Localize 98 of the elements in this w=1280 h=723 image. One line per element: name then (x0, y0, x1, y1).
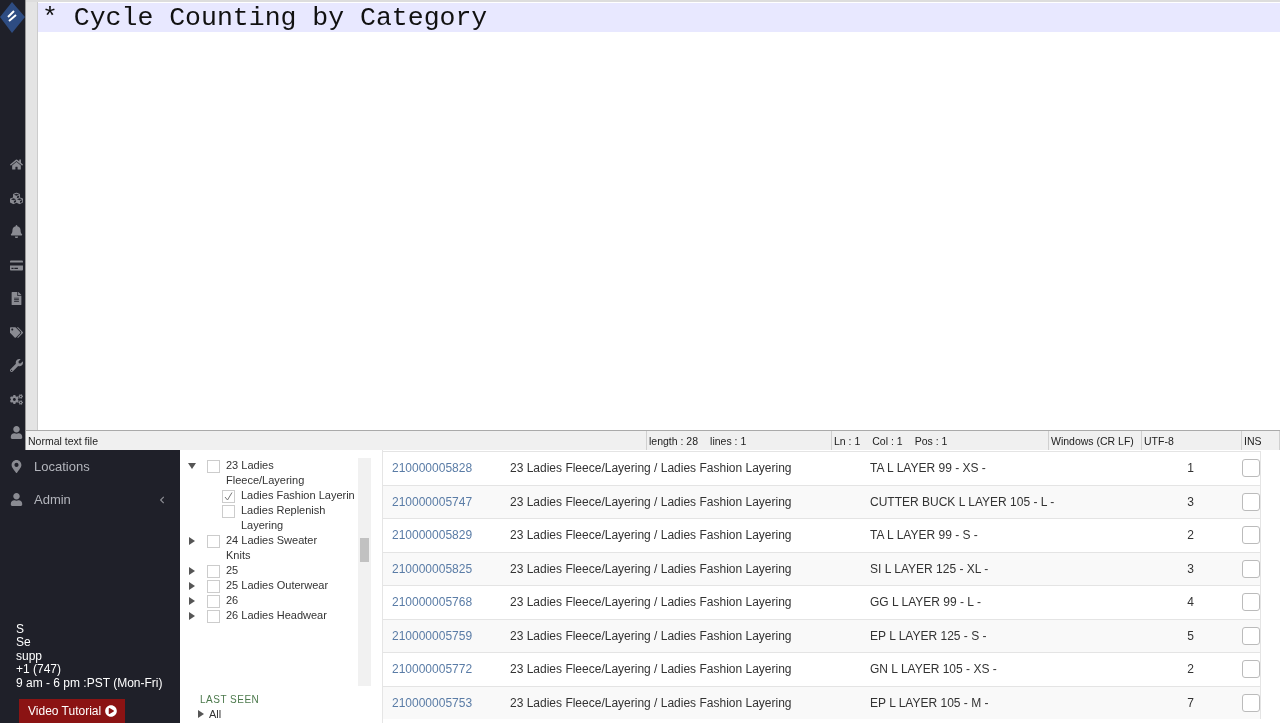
support-text: S (16, 622, 25, 636)
cubes-icon[interactable] (10, 191, 23, 205)
caret-icon[interactable] (197, 710, 205, 718)
tree-item[interactable]: 23 Ladies Fleece/Layering (226, 458, 338, 488)
table-cell: SI L LAYER 125 - XL - (870, 561, 989, 576)
support-text: +1 (747) (16, 663, 63, 677)
tree-item[interactable]: All (197, 708, 382, 720)
user-icon (10, 493, 23, 507)
logo-icon (0, 0, 25, 35)
table-cell: 23 Ladies Fleece/Layering / Ladies Fashion Layering (510, 628, 792, 643)
item-link[interactable]: 210000005772 (392, 662, 473, 677)
table-cell: GN L LAYER 105 - XS - (870, 662, 997, 677)
gears-icon[interactable] (10, 392, 23, 406)
video-tutorial-button[interactable]: Video Tutorial (19, 699, 126, 723)
wrench-icon[interactable] (10, 359, 23, 373)
item-link[interactable]: 210000005759 (392, 628, 473, 643)
table-cell-text: 1 (1187, 461, 1195, 476)
support-text: supp (16, 649, 44, 663)
table-cell-text: 3 (1187, 561, 1195, 576)
table-cell: 23 Ladies Fleece/Layering / Ladies Fashion Layering (510, 595, 792, 610)
row-checkbox[interactable] (1242, 593, 1260, 612)
row-checkbox[interactable] (1242, 526, 1260, 545)
checkbox[interactable] (207, 579, 220, 593)
checkbox[interactable] (222, 504, 235, 518)
home-icon[interactable] (10, 158, 23, 172)
tags-icon[interactable] (10, 325, 23, 339)
item-link[interactable]: 210000005825 (392, 561, 473, 576)
status-text: UTF-8 (1144, 434, 1174, 447)
table-cell: 23 Ladies Fleece/Layering / Ladies Fashion Layering (510, 662, 792, 677)
table-cell: 23 Ladies Fleece/Layering / Ladies Fashion Layering (510, 561, 792, 576)
tree-item[interactable]: 25 Ladies Outerwear (226, 578, 329, 593)
status-text: Normal text file (28, 434, 99, 447)
checkbox[interactable] (207, 459, 220, 473)
caret-icon[interactable] (188, 581, 196, 590)
table-cell: EP L LAYER 105 - M - (870, 695, 989, 710)
caret-icon[interactable] (188, 566, 196, 575)
table-cell: 23 Ladies Fleece/Layering / Ladies Fashion Layering (510, 695, 792, 710)
nav-item[interactable]: Admin (0, 483, 180, 517)
item-link[interactable]: 210000005829 (392, 528, 473, 543)
item-link[interactable]: 210000005828 (392, 461, 473, 476)
bell-icon[interactable] (10, 225, 23, 239)
nav-label: Locations (34, 458, 91, 474)
caret-icon[interactable] (188, 596, 196, 605)
nav-label: Admin (34, 492, 72, 508)
item-link[interactable]: 210000005747 (392, 494, 473, 509)
caret-icon[interactable] (188, 461, 196, 470)
table-cell-text: 3 (1187, 494, 1195, 509)
row-checkbox[interactable] (1242, 459, 1260, 478)
support-text: 9 am - 6 pm :PST (Mon-Fri) (16, 676, 164, 690)
item-link[interactable]: 210000005768 (392, 595, 473, 610)
tree-item[interactable]: Ladies Fashion Layerin (241, 488, 353, 503)
status-text: INS (1244, 434, 1262, 447)
table-cell-text: 2 (1187, 662, 1195, 677)
tree-item[interactable]: 26 (226, 593, 239, 608)
row-checkbox[interactable] (1242, 559, 1260, 578)
item-link[interactable]: 210000005753 (392, 695, 473, 710)
checkbox[interactable] (222, 489, 235, 503)
user-icon[interactable] (10, 426, 23, 440)
caret-icon[interactable] (188, 536, 196, 545)
checkbox[interactable] (207, 534, 220, 548)
tree-item[interactable]: 26 Ladies Headwear (226, 608, 327, 623)
row-checkbox[interactable] (1242, 626, 1260, 645)
status-text: Col : 1 (872, 434, 903, 447)
play-icon (105, 705, 118, 717)
caret-icon[interactable] (188, 611, 196, 620)
table-cell: GG L LAYER 99 - L - (870, 595, 981, 610)
status-text: Ln : 1 (834, 434, 861, 447)
status-text: Pos : 1 (914, 434, 948, 447)
row-checkbox[interactable] (1242, 492, 1260, 511)
support-text: Se (16, 636, 32, 650)
status-text: lines : 1 (710, 434, 747, 447)
tree-item[interactable]: 24 Ladies Sweater Knits (226, 533, 338, 563)
table-cell-text: 4 (1187, 595, 1195, 610)
checkbox[interactable] (207, 564, 220, 578)
nav-item[interactable]: Locations (0, 449, 180, 483)
table-cell-text: 2 (1187, 528, 1195, 543)
table-cell: TA L LAYER 99 - S - (870, 528, 978, 543)
table-cell-text: 5 (1187, 628, 1195, 643)
table-cell: 23 Ladies Fleece/Layering / Ladies Fashion Layering (510, 494, 792, 509)
checkbox[interactable] (207, 609, 220, 623)
table-cell: CUTTER BUCK L LAYER 105 - L - (870, 494, 1055, 509)
tree-item[interactable]: Ladies Replenish Layering (241, 503, 353, 533)
table-cell-text: 7 (1187, 695, 1195, 710)
tree-item[interactable]: 25 (226, 563, 239, 578)
status-text: Windows (CR LF) (1051, 434, 1134, 447)
row-checkbox[interactable] (1242, 693, 1260, 712)
row-checkbox[interactable] (1242, 660, 1260, 679)
map-pin-icon (10, 459, 23, 473)
scrollbar[interactable] (358, 458, 371, 686)
table-cell: 23 Ladies Fleece/Layering / Ladies Fashion Layering (510, 461, 792, 476)
card-icon[interactable] (10, 258, 23, 272)
section-title: LAST SEEN (200, 694, 261, 705)
table-cell: EP L LAYER 125 - S - (870, 628, 987, 643)
table-cell: TA L LAYER 99 - XS - (870, 461, 986, 476)
status-text: length : 28 (649, 434, 699, 447)
checkbox[interactable] (207, 594, 220, 608)
table-cell: 23 Ladies Fleece/Layering / Ladies Fashion Layering (510, 528, 792, 543)
document-icon[interactable] (10, 292, 23, 306)
